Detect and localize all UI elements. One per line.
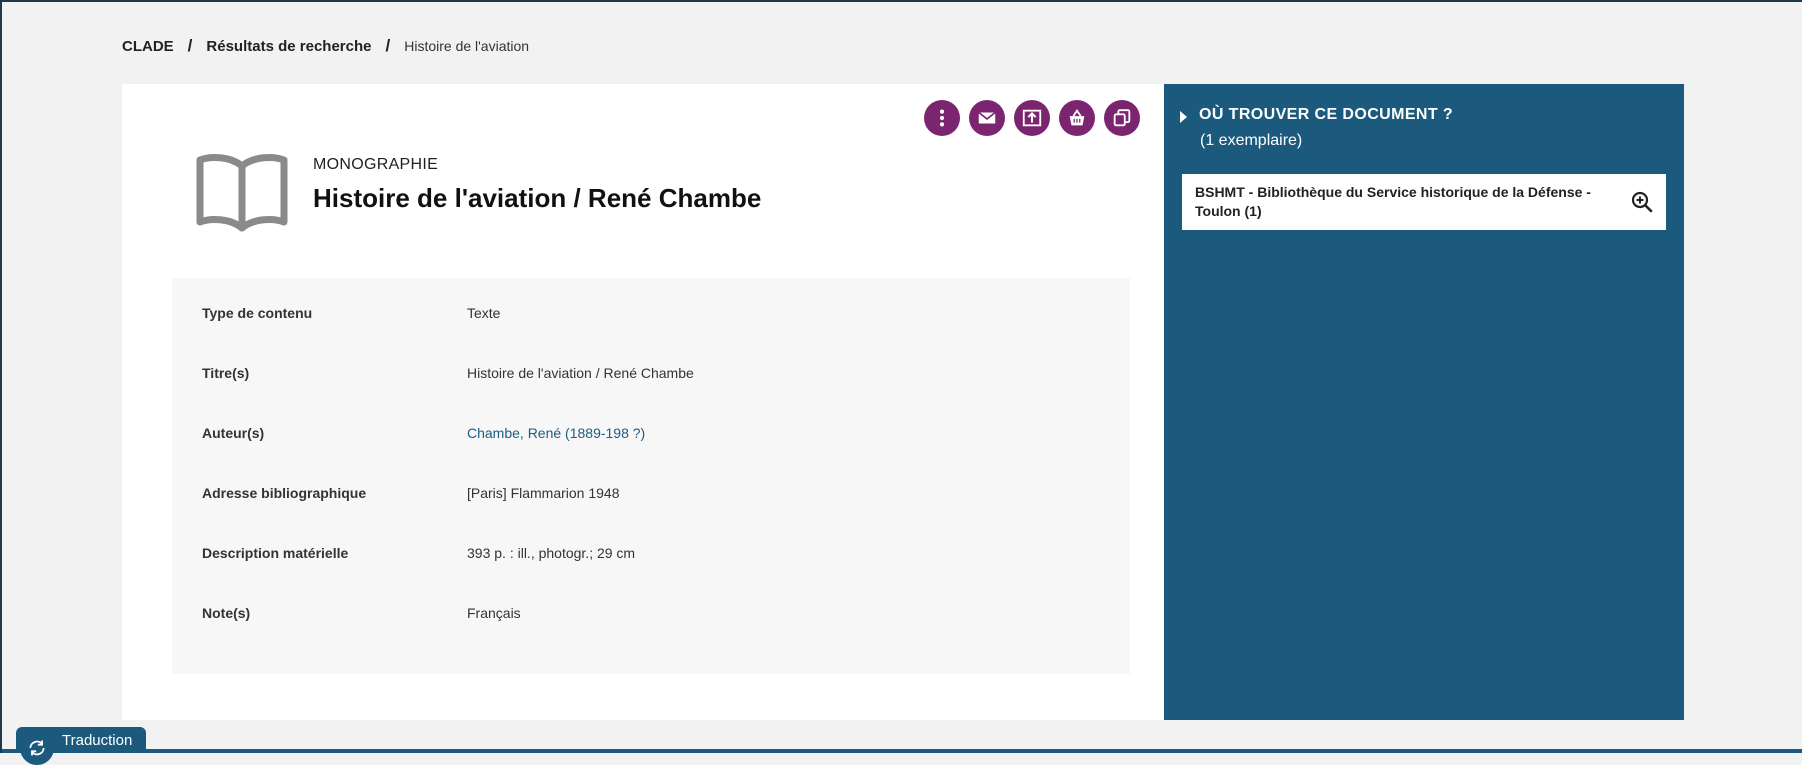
copy-icon (1113, 109, 1131, 127)
translate-label: Traduction (62, 732, 133, 749)
author-link[interactable]: Chambe, René (1889-198 ?) (467, 425, 645, 441)
caret-right-icon (1180, 111, 1187, 123)
copy-button[interactable] (1104, 100, 1140, 136)
export-icon (1022, 109, 1042, 127)
breadcrumb-home-link[interactable]: CLADE (122, 38, 174, 55)
detail-value: Français (467, 605, 521, 621)
availability-heading: OÙ TROUVER CE DOCUMENT ? (1199, 106, 1454, 123)
location-label: BSHMT - Bibliothèque du Service historiq… (1195, 184, 1591, 219)
breadcrumb: CLADE / Résultats de recherche / Histoir… (122, 36, 529, 56)
detail-label: Titre(s) (202, 365, 250, 381)
more-options-button[interactable] (924, 100, 960, 136)
detail-row-content-type: Type de contenu Texte (202, 303, 500, 323)
detail-label: Note(s) (202, 605, 251, 621)
detail-label: Adresse bibliographique (202, 485, 367, 501)
availability-panel: OÙ TROUVER CE DOCUMENT ? (1 exemplaire) … (1164, 84, 1684, 720)
book-icon (196, 154, 288, 232)
email-button[interactable] (969, 100, 1005, 136)
record-card: MONOGRAPHIE Histoire de l'aviation / Ren… (122, 84, 1164, 720)
detail-row-author: Auteur(s) Chambe, René (1889-198 ?) (202, 423, 645, 443)
zoom-in-icon[interactable] (1630, 190, 1654, 214)
detail-value: [Paris] Flammarion 1948 (467, 485, 620, 501)
basket-button[interactable] (1059, 100, 1095, 136)
email-icon (978, 111, 996, 124)
record-details: Type de contenu Texte Titre(s) Histoire … (172, 278, 1130, 674)
basket-icon (1069, 109, 1085, 126)
detail-value: Texte (467, 305, 501, 321)
footer-bar (2, 749, 1802, 753)
export-button[interactable] (1014, 100, 1050, 136)
more-options-icon (939, 109, 945, 127)
detail-label: Type de contenu (202, 305, 313, 321)
record-actions (924, 100, 1140, 136)
detail-row-title: Titre(s) Histoire de l'aviation / René C… (202, 363, 694, 383)
translate-icon (20, 731, 54, 765)
detail-value: Histoire de l'aviation / René Chambe (467, 365, 694, 381)
page-title: Histoire de l'aviation / René Chambe (313, 183, 762, 213)
breadcrumb-separator: / (187, 36, 193, 55)
translate-button[interactable]: Traduction (16, 727, 146, 765)
availability-toggle[interactable]: OÙ TROUVER CE DOCUMENT ? (1180, 106, 1453, 124)
detail-label: Auteur(s) (202, 425, 265, 441)
detail-label: Description matérielle (202, 545, 349, 561)
detail-row-address: Adresse bibliographique [Paris] Flammari… (202, 483, 620, 503)
document-type: MONOGRAPHIE (313, 156, 439, 173)
breadcrumb-separator: / (385, 36, 391, 55)
detail-row-description: Description matérielle 393 p. : ill., ph… (202, 543, 635, 563)
detail-value: 393 p. : ill., photogr.; 29 cm (467, 545, 636, 561)
location-item[interactable]: BSHMT - Bibliothèque du Service historiq… (1182, 174, 1666, 230)
detail-row-notes: Note(s) Français (202, 603, 521, 623)
breadcrumb-results-link[interactable]: Résultats de recherche (206, 38, 371, 55)
breadcrumb-current: Histoire de l'aviation (404, 38, 530, 54)
copy-count: (1 exemplaire) (1200, 132, 1303, 149)
